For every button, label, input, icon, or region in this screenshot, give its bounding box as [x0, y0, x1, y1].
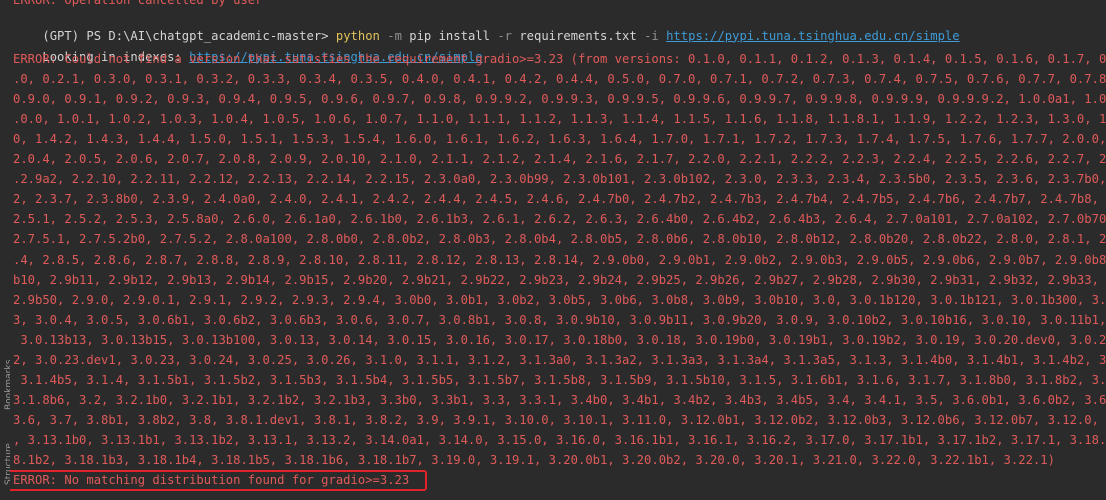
error-version-line: .0.0, 1.0.1, 1.0.2, 1.0.3, 1.0.4, 1.0.5,…: [13, 112, 1106, 127]
error-version-line: 3.0.13b13, 3.0.13b15, 3.0.13b100, 3.0.13…: [13, 332, 1106, 347]
flag-r: -r: [497, 28, 520, 43]
error-version-line: , 3.13.1b0, 3.13.1b1, 3.13.1b2, 3.13.1, …: [13, 432, 1106, 447]
error-version-line: 3.1.8b6, 3.2, 3.2.1b0, 3.2.1b1, 3.2.1b2,…: [13, 392, 1106, 407]
error-version-line: 2.7.5.1, 2.7.5.2b0, 2.7.5.2, 2.8.0a100, …: [13, 232, 1106, 247]
terminal-output[interactable]: ERROR: Operation cancelled by user (GPT)…: [0, 0, 1106, 500]
error-version-line: 0, 1.4.2, 1.4.3, 1.4.4, 1.5.0, 1.5.1, 1.…: [13, 132, 1106, 147]
error-version-line: .4, 2.8.5, 2.8.6, 2.8.7, 2.8.8, 2.8.9, 2…: [13, 252, 1106, 267]
bookmarks-tab[interactable]: Bookmarks: [0, 355, 10, 410]
error-version-line: .2.9a2, 2.2.10, 2.2.11, 2.2.12, 2.2.13, …: [13, 172, 1106, 187]
error-version-line: b10, 2.9b11, 2.9b12, 2.9b13, 2.9b14, 2.9…: [13, 272, 1106, 287]
requirements-file: requirements.txt: [519, 28, 645, 43]
looking-in-indexes-line: Looking in indexes: https://pypi.tuna.ts…: [13, 29, 482, 64]
error-version-line: 2.5.1, 2.5.2, 2.5.3, 2.5.8a0, 2.6.0, 2.6…: [13, 212, 1106, 227]
side-tool-strip: Bookmarks Structure: [0, 0, 10, 500]
error-version-line: 3, 3.0.4, 3.0.5, 3.0.6b1, 3.0.6b2, 3.0.6…: [13, 312, 1106, 327]
error-version-line: 3.1.4b5, 3.1.4, 3.1.5b1, 3.1.5b2, 3.1.5b…: [13, 372, 1106, 387]
flag-i: -i: [644, 28, 667, 43]
error-version-line: 8.1b2, 3.18.1b3, 3.18.1b4, 3.18.1b5, 3.1…: [13, 453, 1055, 467]
error-version-line: 2, 3.0.23.dev1, 3.0.23, 3.0.24, 3.0.25, …: [13, 352, 1106, 367]
error-version-line: 3.6, 3.7, 3.8b1, 3.8b2, 3.8, 3.8.1.dev1,…: [13, 412, 1106, 427]
index-url-link[interactable]: https://pypi.tuna.tsinghua.edu.cn/simple: [666, 29, 960, 43]
error-version-line: 2.0.4, 2.0.5, 2.0.6, 2.0.7, 2.0.8, 2.0.9…: [13, 152, 1106, 167]
structure-tab[interactable]: Structure: [0, 425, 10, 485]
error-version-line: .0, 0.2.1, 0.3.0, 0.3.1, 0.3.2, 0.3.3, 0…: [13, 72, 1106, 87]
error-version-line: 2, 2.3.7, 2.3.8b0, 2.3.9, 2.4.0a0, 2.4.0…: [13, 192, 1106, 207]
error-version-line: ERROR: Could not find a version that sat…: [13, 52, 1106, 66]
error-version-line: 0.9.0, 0.9.1, 0.9.2, 0.9.3, 0.9.4, 0.9.5…: [13, 92, 1106, 107]
error-version-line: 2.9b50, 2.9.0, 2.9.0.1, 2.9.1, 2.9.2, 2.…: [13, 292, 1106, 307]
command-line: (GPT) PS D:\AI\chatgpt_academic-master> …: [13, 8, 959, 43]
red-highlight-box: [7, 470, 427, 491]
